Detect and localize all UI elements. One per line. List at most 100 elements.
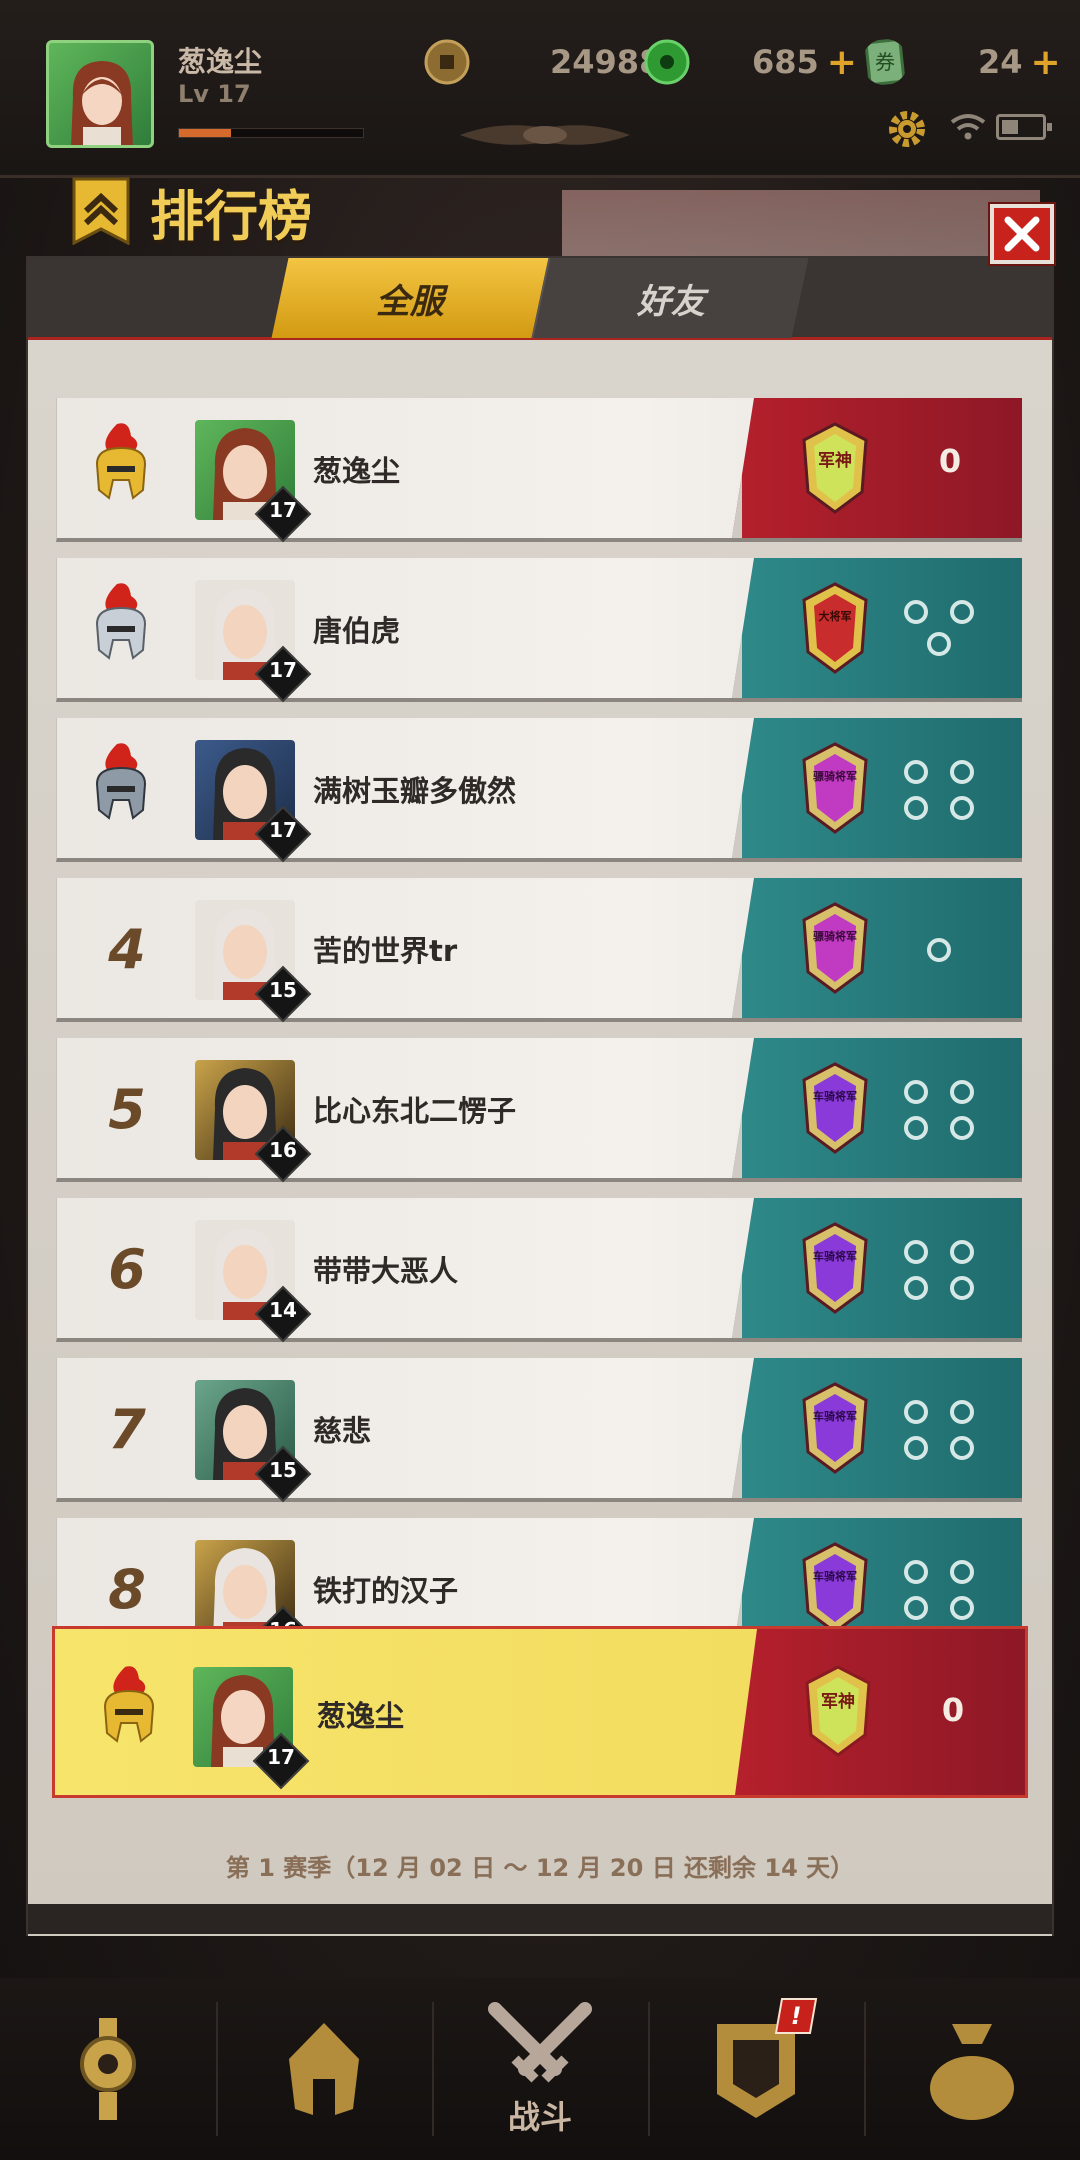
rank-emblem-icon: 军神 xyxy=(805,1665,871,1757)
bottom-nav: 战斗 ! xyxy=(0,1978,1080,2160)
rank-number: 7 xyxy=(108,1398,146,1461)
silver-helmet-icon xyxy=(95,583,147,660)
ring-icon xyxy=(950,1240,974,1264)
ring-icon xyxy=(950,1116,974,1140)
rank-badge-icon xyxy=(72,177,130,245)
level-number: 15 xyxy=(269,978,297,1002)
gear-icon[interactable] xyxy=(886,108,928,150)
rank-emblem-icon: 大将军 xyxy=(802,582,868,674)
ornament-icon xyxy=(460,125,630,145)
currency-value: 24 xyxy=(978,43,1023,81)
ring-icon xyxy=(950,1436,974,1460)
ring-icon xyxy=(950,1276,974,1300)
close-icon xyxy=(1004,216,1040,252)
player-name: 铁打的汉子 xyxy=(313,1574,459,1608)
helmet-icon xyxy=(289,2023,359,2115)
rank-emblem-icon: 车骑将军 xyxy=(802,1382,868,1474)
level-number: 17 xyxy=(267,1745,295,1769)
level-number: 17 xyxy=(269,658,297,682)
close-button[interactable] xyxy=(990,204,1054,264)
ring-icon xyxy=(950,600,974,624)
currency-ticket[interactable]: 券 24 + xyxy=(862,39,1061,85)
ring-indicators xyxy=(904,600,974,656)
wifi-icon xyxy=(950,114,986,140)
rank-emblem-icon: 车骑将军 xyxy=(802,1222,868,1314)
level-number: 16 xyxy=(269,1138,297,1162)
player-name: 带带大恶人 xyxy=(313,1254,459,1288)
jade-coin-icon xyxy=(644,39,690,85)
ring-icon xyxy=(904,1436,928,1460)
level-number: 17 xyxy=(269,498,297,522)
tab-server[interactable]: 全服 xyxy=(271,258,549,338)
level-number: 14 xyxy=(269,1298,297,1322)
stat-area: 骠骑将军 xyxy=(732,718,1022,858)
ring-icon xyxy=(927,938,951,962)
ring-icon xyxy=(950,796,974,820)
ranking-row[interactable]: 7 15 慈悲 车骑将军 xyxy=(56,1358,1022,1503)
ranking-row[interactable]: 17 葱逸尘 军神 0 xyxy=(56,398,1022,543)
rank-emblem-icon: 骠骑将军 xyxy=(802,902,868,994)
stat-area: 车骑将军 xyxy=(732,1198,1022,1338)
emblem-text: 车骑将军 xyxy=(813,1409,857,1423)
ring-icon xyxy=(950,1596,974,1620)
ranking-row[interactable]: 17 满树玉瓣多傲然 骠骑将军 xyxy=(56,718,1022,863)
ring-icon xyxy=(904,1080,928,1104)
nav-token[interactable] xyxy=(0,1978,216,2160)
ring-icon xyxy=(904,1276,928,1300)
emblem-text: 骠骑将军 xyxy=(813,929,857,943)
add-ticket-button[interactable]: + xyxy=(1031,42,1061,83)
ring-indicators xyxy=(904,1560,974,1620)
svg-text:券: 券 xyxy=(875,50,895,74)
stat-area: 车骑将军 xyxy=(732,1358,1022,1498)
nav-shield[interactable]: ! xyxy=(648,1978,864,2160)
stat-area: 骠骑将军 xyxy=(732,878,1022,1018)
nav-battle[interactable]: 战斗 xyxy=(432,1978,648,2160)
emblem-text: 军神 xyxy=(818,450,852,471)
ranking-row[interactable]: 4 15 苦的世界tr 骠骑将军 xyxy=(56,878,1022,1023)
ring-icon xyxy=(904,1240,928,1264)
emblem-text: 车骑将军 xyxy=(813,1249,857,1263)
currency-jade[interactable]: 685 + xyxy=(644,39,857,85)
stat-area: 军神 0 xyxy=(735,1629,1025,1795)
gold-helmet-icon xyxy=(103,1666,155,1743)
ring-indicators xyxy=(904,1080,974,1140)
copper-coin-icon xyxy=(424,39,470,85)
ring-icon xyxy=(904,760,928,784)
nav-heroes[interactable] xyxy=(216,1978,432,2160)
ranking-row[interactable]: 6 14 带带大恶人 车骑将军 xyxy=(56,1198,1022,1343)
level-number: 17 xyxy=(269,818,297,842)
season-info: 第 1 赛季（12 月 02 日 ～ 12 月 20 日 还剩余 14 天） xyxy=(225,1854,855,1882)
currency-copper[interactable]: 24988 xyxy=(424,39,661,85)
ring-icon xyxy=(950,1400,974,1424)
xp-bar-fill xyxy=(179,129,231,137)
stat-area: 军神 0 xyxy=(732,398,1022,538)
emblem-text: 骠骑将军 xyxy=(813,769,857,783)
nav-battle-label: 战斗 xyxy=(507,2098,572,2136)
ring-icon xyxy=(927,632,951,656)
panel-title: 排行榜 xyxy=(72,176,312,248)
gold-helmet-icon xyxy=(95,423,147,500)
ranking-row[interactable]: 5 16 比心东北二愣子 车骑将军 xyxy=(56,1038,1022,1183)
bronze-helmet-icon xyxy=(95,743,147,820)
tab-server-label: 全服 xyxy=(376,281,444,322)
player-name: 葱逸尘 xyxy=(317,1699,405,1733)
add-jade-button[interactable]: + xyxy=(827,42,857,83)
tab-friends[interactable]: 好友 xyxy=(531,258,809,338)
ranking-row[interactable]: 17 唐伯虎 大将军 xyxy=(56,558,1022,703)
nav-bag[interactable] xyxy=(864,1978,1080,2160)
player-name: 苦的世界tr xyxy=(313,934,458,968)
ring-indicators xyxy=(904,1400,974,1460)
emblem-text: 大将军 xyxy=(819,609,852,623)
player-avatar[interactable] xyxy=(46,40,154,148)
panel-title-text: 排行榜 xyxy=(150,184,312,248)
avatar-portrait xyxy=(71,61,133,145)
money-bag-icon xyxy=(930,2024,1014,2120)
rank-emblem-icon: 车骑将军 xyxy=(802,1062,868,1154)
top-bar: 葱逸尘 Lv 17 24988 685 + 券 24 + xyxy=(0,0,1080,178)
emblem-text: 军神 xyxy=(821,1691,855,1712)
ring-icon xyxy=(904,796,928,820)
level-number: 15 xyxy=(269,1458,297,1482)
ticket-icon: 券 xyxy=(864,39,906,85)
my-rank-row[interactable]: 17 葱逸尘 军神 0 xyxy=(52,1626,1028,1798)
ring-indicators xyxy=(927,938,951,962)
